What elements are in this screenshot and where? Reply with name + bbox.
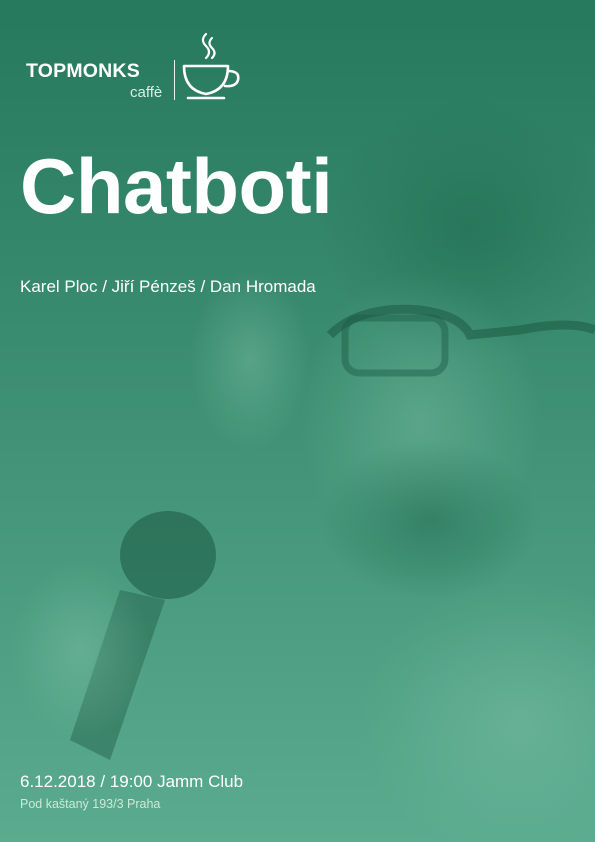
topmonks-caffe-logo: TOPMONKS caffè: [26, 30, 256, 102]
logo-divider: [174, 60, 175, 100]
speaker-background-photo: [10, 100, 595, 842]
event-date-time-venue: 6.12.2018 / 19:00 Jamm Club: [20, 772, 244, 791]
logo-subtitle: caffè: [130, 84, 163, 101]
venue-address: Pod kaštaný 193/3 Praha: [20, 797, 161, 811]
logo-wordmark: TOPMONKS: [26, 60, 140, 82]
event-poster: TOPMONKS caffè Chatboti Karel Ploc / Jiř…: [0, 0, 595, 842]
coffee-cup-icon: [182, 32, 240, 100]
event-title: Chatboti: [20, 142, 333, 230]
speaker-names: Karel Ploc / Jiří Pénzeš / Dan Hromada: [20, 277, 316, 296]
